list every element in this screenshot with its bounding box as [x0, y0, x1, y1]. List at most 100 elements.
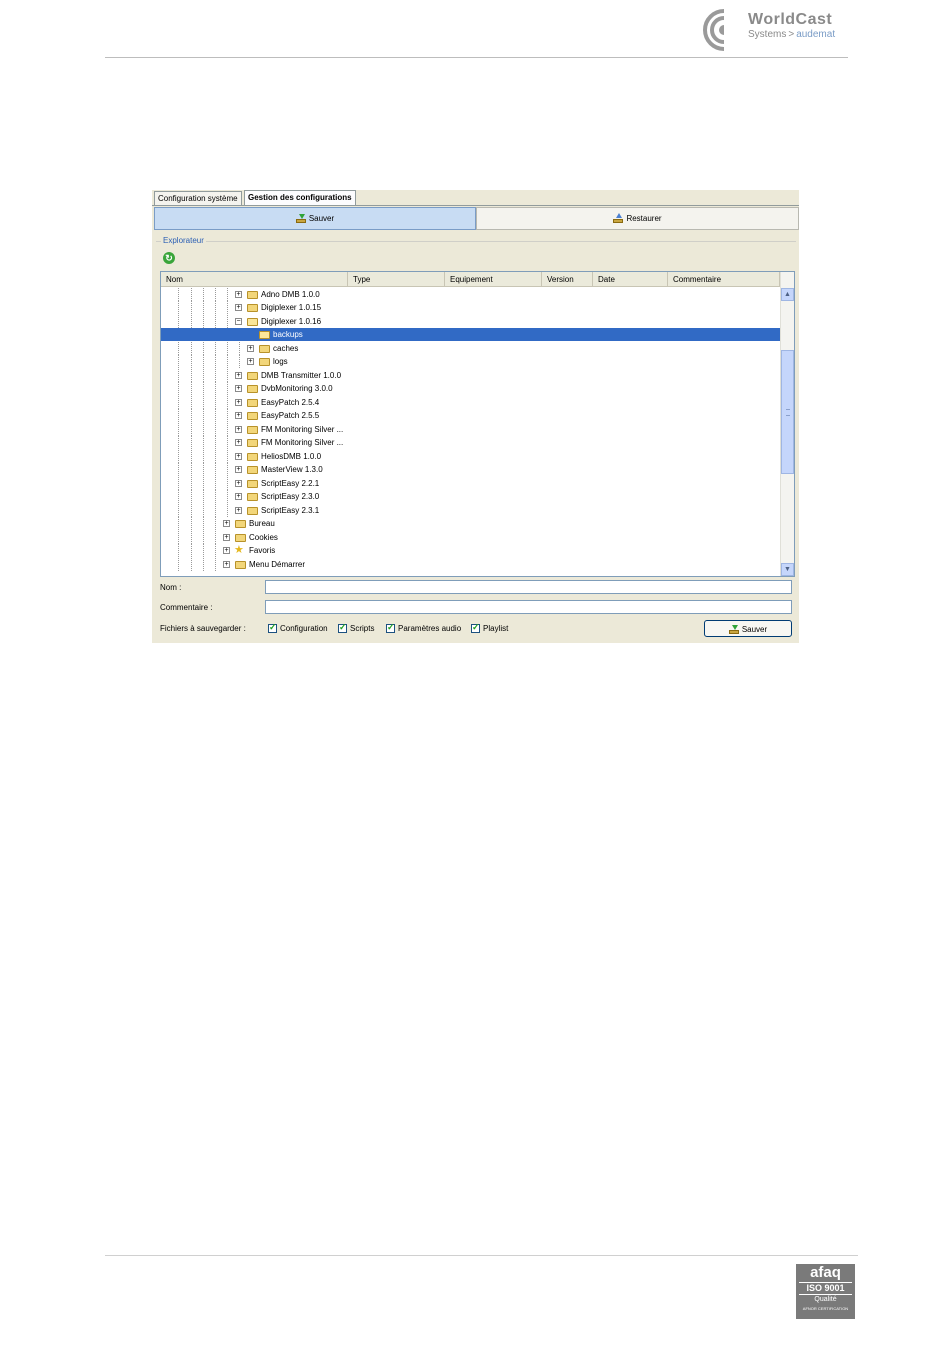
checkbox-playlist[interactable]: Playlist	[471, 622, 508, 634]
expand-icon[interactable]: +	[235, 385, 242, 392]
expand-icon[interactable]: +	[223, 561, 230, 568]
column-header-commentaire[interactable]: Commentaire	[668, 272, 780, 286]
tree-row[interactable]: + DMB Transmitter 1.0.0	[161, 369, 780, 382]
tree-row[interactable]: + Adno DMB 1.0.0	[161, 288, 780, 301]
tree-row[interactable]: + DvbMonitoring 3.0.0	[161, 382, 780, 395]
tree-row[interactable]: + caches	[161, 342, 780, 355]
expand-icon[interactable]: +	[235, 480, 242, 487]
tree-row-label: DvbMonitoring 3.0.0	[261, 384, 333, 393]
collapse-icon[interactable]: −	[235, 318, 242, 325]
tree-row-label: Cookies	[249, 533, 278, 542]
scroll-down-icon[interactable]: ▼	[781, 563, 794, 576]
vertical-scrollbar[interactable]: ▲ ▼	[780, 272, 794, 576]
logo-sub-separator: >	[788, 29, 795, 40]
save-button-label: Sauver	[741, 625, 768, 634]
folder-icon	[247, 304, 258, 312]
column-header-type[interactable]: Type	[348, 272, 445, 286]
restore-mode-button[interactable]: Restaurer	[476, 207, 799, 230]
expand-icon[interactable]: +	[235, 493, 242, 500]
explorer-group-border	[156, 241, 796, 242]
tree-row[interactable]: + ★ Favoris	[161, 544, 780, 557]
folder-icon	[247, 493, 258, 501]
files-to-save-label: Fichiers à sauvegarder :	[160, 624, 246, 633]
folder-icon	[247, 439, 258, 447]
checkbox-scripts[interactable]: Scripts	[338, 622, 374, 634]
folder-icon	[259, 358, 270, 366]
explorer-tree-table[interactable]: Nom Type Equipement Version Date Comment…	[160, 271, 795, 577]
afaq-iso: ISO 9001	[799, 1282, 852, 1295]
save-icon	[295, 214, 306, 224]
tree-row[interactable]: − Digiplexer 1.0.16	[161, 315, 780, 328]
tree-row-label: Menu Démarrer	[249, 560, 306, 569]
folder-icon	[247, 507, 258, 515]
tree-row[interactable]: + ScriptEasy 2.3.1	[161, 504, 780, 517]
save-mode-button[interactable]: Sauver	[154, 207, 476, 230]
tree-row-label: ScriptEasy 2.3.0	[261, 492, 320, 501]
expand-icon[interactable]: +	[235, 466, 242, 473]
tree-row[interactable]: + MasterView 1.3.0	[161, 463, 780, 476]
column-header-version[interactable]: Version	[542, 272, 593, 286]
tree-row[interactable]: + Cookies	[161, 531, 780, 544]
folder-icon	[235, 520, 246, 528]
expand-icon[interactable]: +	[223, 547, 230, 554]
restore-icon	[613, 213, 624, 224]
tree-row[interactable]: + ScriptEasy 2.2.1	[161, 477, 780, 490]
tree-row[interactable]: + Menu Démarrer	[161, 558, 780, 571]
refresh-icon[interactable]: ↻	[163, 252, 175, 264]
tree-row-label: ScriptEasy 2.3.1	[261, 506, 320, 515]
tree-row[interactable]: + EasyPatch 2.5.4	[161, 396, 780, 409]
scroll-up-icon[interactable]: ▲	[781, 288, 794, 301]
tree-row-selected[interactable]: backups	[161, 328, 780, 341]
expand-icon[interactable]: +	[223, 520, 230, 527]
expand-icon[interactable]: +	[235, 426, 242, 433]
tree-row-label: DMB Transmitter 1.0.0	[261, 371, 342, 380]
column-header-date[interactable]: Date	[593, 272, 668, 286]
footer-divider	[105, 1255, 858, 1256]
tree-row[interactable]: + FM Monitoring Silver ...	[161, 423, 780, 436]
tree-row[interactable]: + Bureau	[161, 517, 780, 530]
tree-row-label: MasterView 1.3.0	[261, 465, 323, 474]
expand-icon[interactable]: +	[235, 439, 242, 446]
tree-row-label: Digiplexer 1.0.16	[261, 317, 322, 326]
tree-row[interactable]: + ScriptEasy 2.3.0	[161, 490, 780, 503]
column-header-nom[interactable]: Nom	[161, 272, 348, 286]
scroll-thumb[interactable]	[781, 350, 794, 474]
tree-row[interactable]: + FM Monitoring Silver ...	[161, 436, 780, 449]
tree-row[interactable]: + logs	[161, 355, 780, 368]
checkbox-configuration[interactable]: Configuration	[268, 622, 328, 634]
expand-icon[interactable]: +	[247, 345, 254, 352]
checkbox-checked-icon	[386, 622, 395, 634]
afaq-org: AFNOR CERTIFICATION	[802, 1306, 849, 1311]
header-divider	[105, 57, 848, 58]
tree-row-label: Favoris	[249, 546, 276, 555]
checkbox-parametres-audio-label: Paramètres audio	[398, 624, 462, 633]
tree-row[interactable]: + HeliosDMB 1.0.0	[161, 450, 780, 463]
tree-rows: + Adno DMB 1.0.0 + Digiplexer 1.0.15 − D…	[161, 287, 780, 576]
expand-icon[interactable]: +	[247, 358, 254, 365]
tree-row[interactable]: + Digiplexer 1.0.15	[161, 301, 780, 314]
save-mode-label: Sauver	[308, 214, 335, 223]
tab-configuration-systeme[interactable]: Configuration système	[154, 191, 242, 205]
save-icon	[728, 625, 739, 635]
expand-icon[interactable]: +	[235, 372, 242, 379]
folder-icon	[259, 345, 270, 353]
tree-row-label: EasyPatch 2.5.4	[261, 398, 320, 407]
tree-row-label: ScriptEasy 2.2.1	[261, 479, 320, 488]
column-header-equipement[interactable]: Equipement	[445, 272, 542, 286]
folder-icon	[247, 453, 258, 461]
comment-field[interactable]	[265, 600, 792, 614]
expand-icon[interactable]: +	[235, 412, 242, 419]
tree-row[interactable]: + EasyPatch 2.5.5	[161, 409, 780, 422]
expand-icon[interactable]: +	[235, 291, 242, 298]
expand-icon[interactable]: +	[223, 534, 230, 541]
expand-icon[interactable]: +	[235, 304, 242, 311]
save-button[interactable]: Sauver	[704, 620, 792, 637]
expand-icon[interactable]: +	[235, 507, 242, 514]
expand-icon[interactable]: +	[235, 399, 242, 406]
tree-row-label: FM Monitoring Silver ...	[261, 425, 344, 434]
worldcast-logo: WorldCast Systems > audemat	[703, 7, 853, 51]
name-field[interactable]	[265, 580, 792, 594]
tab-gestion-configurations[interactable]: Gestion des configurations	[244, 190, 356, 206]
checkbox-parametres-audio[interactable]: Paramètres audio	[386, 622, 462, 634]
expand-icon[interactable]: +	[235, 453, 242, 460]
